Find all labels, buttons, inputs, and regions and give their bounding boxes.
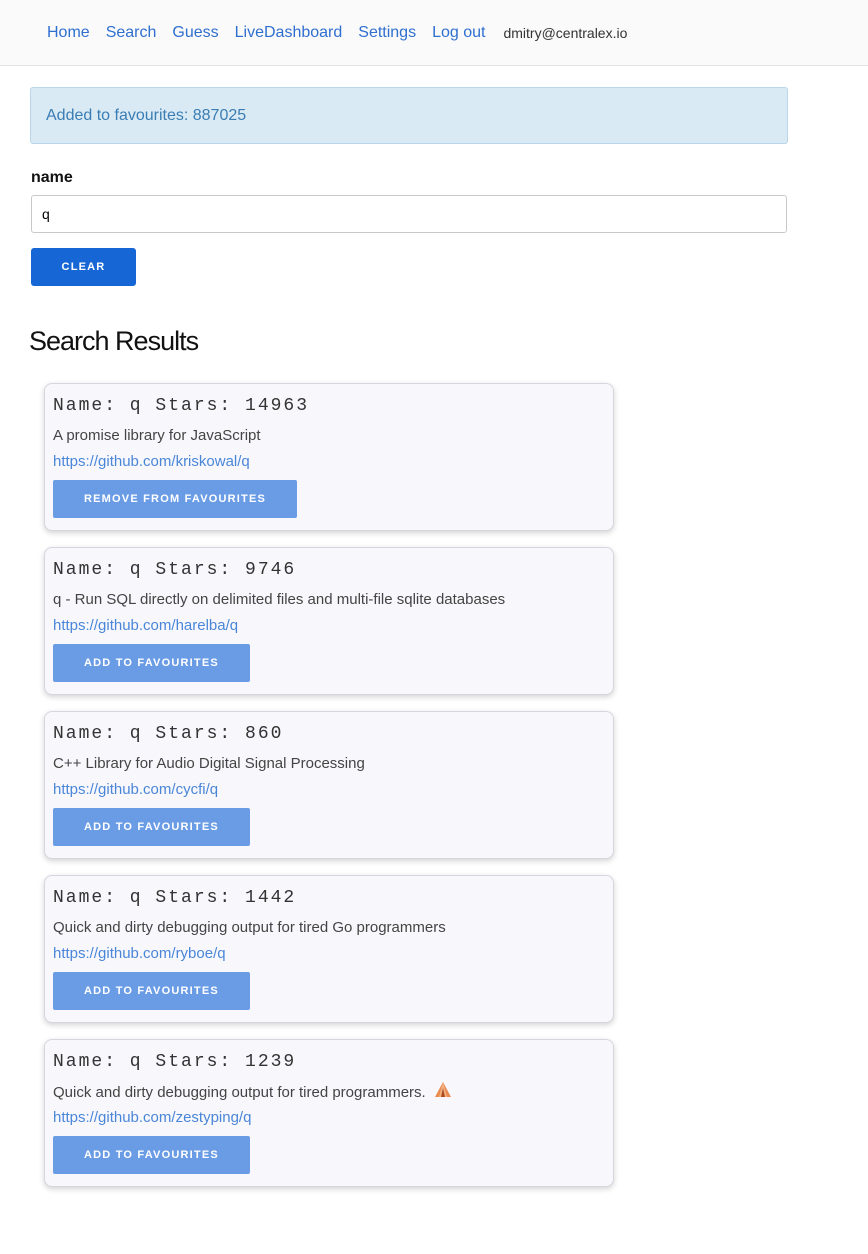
result-card: Name: q Stars: 9746 q - Run SQL directly…: [44, 547, 614, 695]
result-card: Name: q Stars: 14963 A promise library f…: [44, 383, 614, 531]
search-results-list: Name: q Stars: 14963 A promise library f…: [44, 383, 614, 1203]
result-card: Name: q Stars: 1442 Quick and dirty debu…: [44, 875, 614, 1023]
nav-livedashboard-link[interactable]: LiveDashboard: [235, 24, 343, 42]
add-to-favourites-button[interactable]: ADD TO FAVOURITES: [53, 1136, 250, 1174]
result-description: C++ Library for Audio Digital Signal Pro…: [53, 755, 365, 772]
nav-home-link[interactable]: Home: [47, 24, 90, 42]
result-title: Name: q Stars: 9746: [53, 560, 297, 580]
name-field-label: name: [31, 169, 73, 186]
result-title: Name: q Stars: 1442: [53, 888, 297, 908]
top-navigation: Home Search Guess LiveDashboard Settings…: [0, 0, 868, 66]
result-repo-link[interactable]: https://github.com/zestyping/q: [53, 1108, 605, 1128]
add-to-favourites-button[interactable]: ADD TO FAVOURITES: [53, 972, 250, 1010]
name-input[interactable]: [31, 195, 787, 233]
result-description: q - Run SQL directly on delimited files …: [53, 591, 506, 608]
nav-logout-link[interactable]: Log out: [432, 24, 485, 42]
tent-icon: [434, 1082, 452, 1102]
nav-settings-link[interactable]: Settings: [358, 24, 416, 42]
user-email: dmitry@centralex.io: [503, 24, 628, 41]
clear-button[interactable]: CLEAR: [31, 248, 136, 286]
result-description: Quick and dirty debugging output for tir…: [53, 1084, 426, 1101]
result-repo-link[interactable]: https://github.com/ryboe/q: [53, 944, 605, 964]
result-card: Name: q Stars: 860 C++ Library for Audio…: [44, 711, 614, 859]
result-description: A promise library for JavaScript: [53, 427, 261, 444]
result-description-row: Quick and dirty debugging output for tir…: [53, 1082, 605, 1102]
remove-from-favourites-button[interactable]: REMOVE FROM FAVOURITES: [53, 480, 298, 518]
result-title: Name: q Stars: 860: [53, 724, 284, 744]
result-repo-link[interactable]: https://github.com/cycfi/q: [53, 780, 605, 800]
result-title: Name: q Stars: 14963: [53, 396, 310, 416]
add-to-favourites-button[interactable]: ADD TO FAVOURITES: [53, 644, 250, 682]
result-repo-link[interactable]: https://github.com/harelba/q: [53, 616, 605, 636]
nav-search-link[interactable]: Search: [106, 24, 157, 42]
add-to-favourites-button[interactable]: ADD TO FAVOURITES: [53, 808, 250, 846]
result-repo-link[interactable]: https://github.com/kriskowal/q: [53, 452, 605, 472]
flash-info-message: Added to favourites: 887025: [30, 87, 788, 144]
result-title: Name: q Stars: 1239: [53, 1052, 297, 1072]
result-card: Name: q Stars: 1239 Quick and dirty debu…: [44, 1039, 614, 1187]
search-results-title: Search Results: [29, 326, 199, 356]
nav-guess-link[interactable]: Guess: [172, 24, 218, 42]
result-description: Quick and dirty debugging output for tir…: [53, 919, 446, 936]
